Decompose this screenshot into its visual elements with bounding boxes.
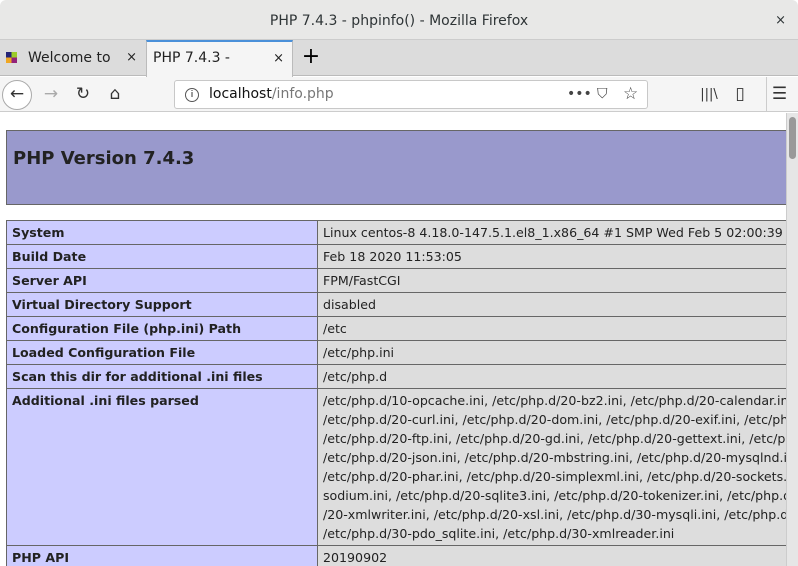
table-row: PHP API 20190902 [6,545,786,566]
window-title: PHP 7.4.3 - phpinfo() - Mozilla Firefox [269,13,529,29]
page-title: PHP Version 7.4.3 [13,148,195,169]
row-label: Build Date [6,244,318,269]
value-line: /etc/php.d/30-pdo_sqlite.ini, /etc/php.d… [323,526,675,541]
row-label: PHP API [6,545,318,566]
table-row: System Linux centos-8 4.18.0-147.5.1.el8_… [6,220,786,245]
vertical-scrollbar[interactable] [786,113,798,566]
row-value: /etc/php.ini [317,340,786,365]
row-value: /etc [317,316,786,341]
url-bar[interactable]: i localhost/info.php ••• ⛉ ☆ [174,80,648,109]
row-label: System [6,220,318,245]
reload-button[interactable]: ↻ [70,77,96,112]
page-actions-button[interactable]: ••• [567,81,592,108]
value-line: /etc/php.d/20-ftp.ini, /etc/php.d/20-gd.… [323,431,786,446]
pocket-icon[interactable]: ⛉ [597,81,608,108]
url-path: /info.php [271,86,334,102]
table-row: Build Date Feb 18 2020 11:53:05 [6,244,786,269]
value-line: /etc/php.d/20-curl.ini, /etc/php.d/20-do… [323,412,786,427]
page-content: PHP Version 7.4.3 System Linux centos-8 4… [0,113,786,566]
menu-button[interactable]: ☰ [766,77,792,112]
home-button[interactable]: ⌂ [102,77,128,112]
row-value: 20190902 [317,545,786,566]
row-value: disabled [317,292,786,317]
forward-button[interactable]: → [38,77,64,112]
value-line: /etc/php.d/10-opcache.ini, /etc/php.d/20… [323,393,786,408]
value-line: disabled [323,297,377,312]
bookmark-star-icon[interactable]: ☆ [623,81,638,108]
tab-close-button[interactable]: × [126,40,137,76]
tab-strip: Welcome to CentOS × PHP 7.4.3 - phpinfo(… [0,40,798,102]
value-line: /etc/php.d [323,369,388,384]
new-tab-button[interactable]: + [296,40,326,76]
table-row: Additional .ini files parsed/etc/php.d/1… [6,388,786,546]
row-label: Scan this dir for additional .ini files [6,364,318,389]
row-label: Configuration File (php.ini) Path [6,316,318,341]
php-info-table: System Linux centos-8 4.18.0-147.5.1.el8_… [6,220,786,566]
value-line: sodium.ini, /etc/php.d/20-sqlite3.ini, /… [323,488,786,503]
value-line: /etc/php.d/20-json.ini, /etc/php.d/20-mb… [323,450,786,465]
value-line: Linux centos-8 4.18.0-147.5.1.el8_1.x86_… [323,225,786,240]
window-titlebar: PHP 7.4.3 - phpinfo() - Mozilla Firefox … [0,0,798,40]
tab-phpinfo[interactable]: PHP 7.4.3 - phpinfo() × [146,40,293,99]
tab-close-button[interactable]: × [273,42,284,75]
table-row: Scan this dir for additional .ini files /… [6,364,786,389]
row-value: Linux centos-8 4.18.0-147.5.1.el8_1.x86_… [317,220,786,245]
row-value: /etc/php.d/10-opcache.ini, /etc/php.d/20… [317,388,786,546]
row-label: Loaded Configuration File [6,340,318,365]
value-line: /etc/php.d/20-phar.ini, /etc/php.d/20-si… [323,469,786,484]
row-value: FPM/FastCGI [317,268,786,293]
table-row: Loaded Configuration File/etc/php.ini [6,340,786,365]
scrollbar-thumb[interactable] [789,117,796,159]
row-value: Feb 18 2020 11:53:05 [317,244,786,269]
url-host: localhost [209,86,272,102]
table-row: Configuration File (php.ini) Path/etc [6,316,786,341]
table-row: Virtual Directory Support disabled [6,292,786,317]
window-close-button[interactable]: × [775,0,786,42]
navigation-toolbar: ← → ↻ ⌂ i localhost/info.php ••• ⛉ ☆ |||… [0,77,798,112]
value-line: FPM/FastCGI [323,273,401,288]
value-line: /etc/php.ini [323,345,395,360]
library-button[interactable]: |||\ [696,77,722,112]
value-line: /20-xmlwriter.ini, /etc/php.d/20-xsl.ini… [323,507,786,522]
info-icon[interactable]: i [185,88,199,102]
value-line: /etc [323,321,347,336]
sidebar-button[interactable]: ▯ [727,77,753,112]
value-line: 20190902 [323,550,388,565]
table-row: Server API FPM/FastCGI [6,268,786,293]
row-value: /etc/php.d [317,364,786,389]
tab-welcome-centos[interactable]: Welcome to CentOS × [0,40,145,102]
php-version-header: PHP Version 7.4.3 [6,130,786,205]
row-label: Additional .ini files parsed [6,388,318,546]
centos-favicon-icon [6,52,17,63]
row-label: Server API [6,268,318,293]
back-button[interactable]: ← [2,80,32,110]
row-label: Virtual Directory Support [6,292,318,317]
value-line: Feb 18 2020 11:53:05 [323,249,462,264]
